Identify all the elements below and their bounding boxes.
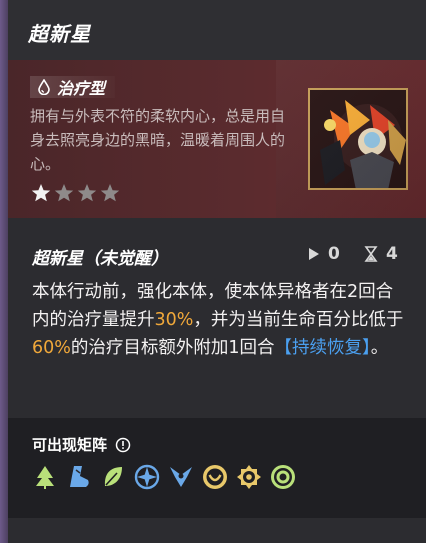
character-name: 超新星 bbox=[28, 22, 91, 46]
boot-icon[interactable] bbox=[64, 462, 93, 491]
skill-highlight-value: 60% bbox=[32, 338, 71, 358]
matrix-title: 可出现矩阵 bbox=[32, 434, 131, 455]
character-hero: 治疗型 拥有与外表不符的柔软内心，总是用自身去照亮身边的黑暗，温暖着周围人的心。 bbox=[8, 60, 426, 218]
panel-header: 超新星 bbox=[8, 0, 426, 60]
skill-section: 超新星（未觉醒） 0 4 本体行动前，强化本体，使本体异格者在2回合内的治疗量提… bbox=[8, 218, 426, 418]
type-tag: 治疗型 bbox=[30, 76, 116, 98]
panel-footer bbox=[8, 518, 426, 543]
character-portrait[interactable] bbox=[308, 88, 408, 190]
compass-icon[interactable] bbox=[132, 462, 161, 491]
gear-eye-icon[interactable] bbox=[234, 462, 263, 491]
play-stat: 0 bbox=[308, 244, 340, 264]
skill-desc-text: 。 bbox=[370, 338, 389, 358]
skill-desc-text: 的治疗目标额外附加1回合 bbox=[70, 338, 275, 358]
tree-icon[interactable] bbox=[30, 462, 59, 491]
droplet-icon bbox=[38, 79, 50, 95]
leaf-icon[interactable] bbox=[98, 462, 127, 491]
skill-name: 超新星（未觉醒） bbox=[32, 249, 168, 269]
matrix-icon-list bbox=[30, 462, 297, 491]
hourglass-icon bbox=[364, 246, 378, 262]
skill-highlight-value: 30% bbox=[154, 310, 194, 330]
character-description: 拥有与外表不符的柔软内心，总是用自身去照亮身边的黑暗，温暖着周围人的心。 bbox=[30, 107, 286, 173]
skill-keyword-link[interactable]: 【持续恢复】 bbox=[275, 338, 371, 358]
matrix-section: 可出现矩阵 bbox=[8, 418, 426, 518]
hourglass-count: 4 bbox=[386, 244, 398, 264]
star-empty-icon bbox=[100, 184, 120, 202]
smile-shield-icon[interactable] bbox=[200, 462, 229, 491]
portrait-art bbox=[310, 90, 406, 188]
star-empty-icon bbox=[77, 184, 97, 202]
play-icon bbox=[309, 248, 319, 260]
rating-stars bbox=[30, 182, 121, 204]
play-count: 0 bbox=[328, 244, 340, 264]
skill-description: 本体行动前，强化本体，使本体异格者在2回合内的治疗量提升30%，并为当前生命百分… bbox=[32, 278, 404, 362]
matrix-title-label: 可出现矩阵 bbox=[32, 436, 108, 454]
hourglass-stat: 4 bbox=[364, 244, 398, 264]
trident-icon[interactable] bbox=[166, 462, 195, 491]
character-panel: 超新星 治疗型 拥有与外表不符的柔软内心，总是用自身去照亮身边的黑暗，温暖着周围… bbox=[8, 0, 426, 543]
skill-desc-text: ，并为当前生命百分比低于 bbox=[193, 310, 404, 330]
info-icon[interactable] bbox=[115, 437, 131, 453]
star-empty-icon bbox=[54, 184, 74, 202]
star-filled-icon bbox=[31, 184, 51, 202]
type-label: 治疗型 bbox=[57, 79, 106, 98]
target-ring-icon[interactable] bbox=[268, 462, 297, 491]
